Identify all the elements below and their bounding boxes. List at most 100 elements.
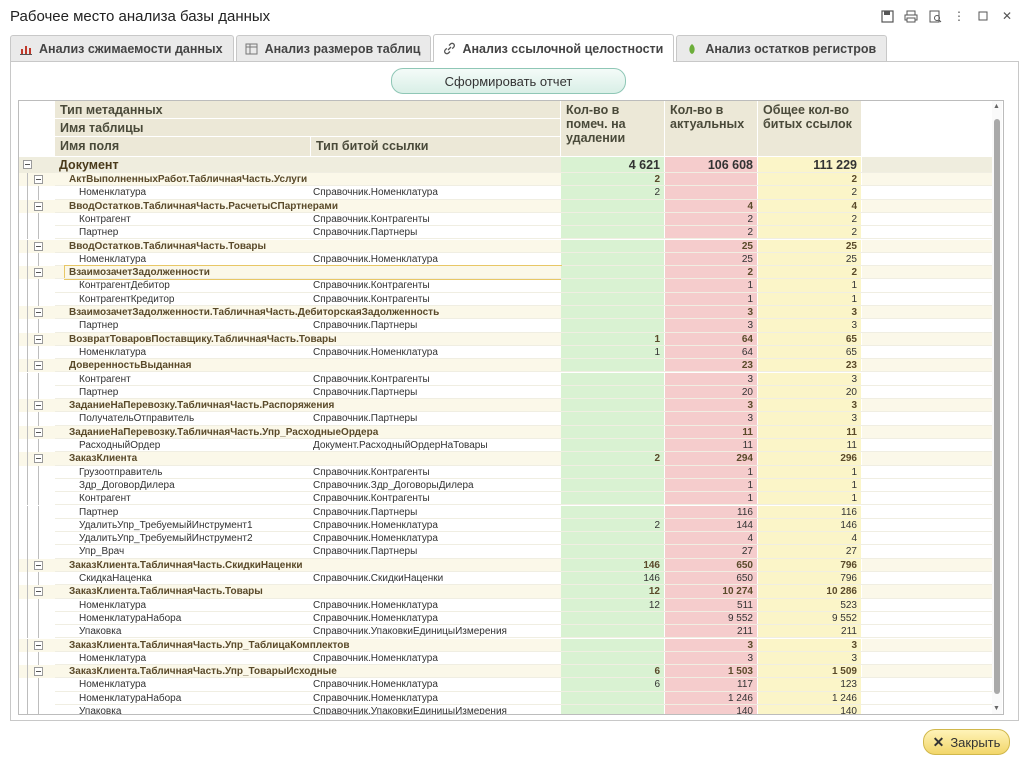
- total-count-cell: 1: [758, 478, 862, 493]
- field-row[interactable]: Партнер Справочник.Партнеры 116 116: [19, 505, 992, 519]
- collapse-icon[interactable]: [34, 308, 43, 317]
- more-icon[interactable]: ⋮: [950, 7, 968, 25]
- table-row[interactable]: ВзаимозачетЗадолженности.ТабличнаяЧасть.…: [19, 306, 992, 320]
- marked-count-cell: [561, 199, 665, 213]
- header-table-name[interactable]: Имя таблицы: [55, 119, 561, 137]
- field-row[interactable]: Здр_ДоговорДилера Справочник.Здр_Договоры…: [19, 478, 992, 493]
- marked-count-cell: [561, 611, 665, 626]
- table-row[interactable]: ЗаказКлиента.ТабличнаяЧасть.СкидкиНаценк…: [19, 558, 992, 572]
- preview-icon[interactable]: [926, 7, 944, 25]
- scrollbar-thumb[interactable]: [994, 119, 1000, 694]
- header-total-count[interactable]: Общее кол-во битых ссылок: [758, 101, 862, 157]
- tab-table-sizes[interactable]: Анализ размеров таблиц: [235, 35, 432, 61]
- header-field-name[interactable]: Имя поля: [55, 137, 311, 157]
- field-row[interactable]: Номенклатура Справочник.Номенклатура 25 25: [19, 252, 992, 267]
- field-row[interactable]: НоменклатураНабора Справочник.Номенклатур…: [19, 691, 992, 705]
- close-icon[interactable]: ✕: [998, 7, 1016, 25]
- generate-report-button[interactable]: Сформировать отчет: [391, 68, 626, 94]
- field-row[interactable]: УдалитьУпр_ТребуемыйИнструмент2 Справочни…: [19, 532, 992, 546]
- table-row[interactable]: ЗаказКлиента.ТабличнаяЧасть.Упр_ТоварыИс…: [19, 665, 992, 679]
- collapse-icon[interactable]: [34, 334, 43, 344]
- table-row[interactable]: ВводОстатков.ТабличнаяЧасть.РасчетыСПарт…: [19, 199, 992, 213]
- field-row[interactable]: Упаковка Справочник.УпаковкиЕдиницыИзмере…: [19, 705, 992, 714]
- marked-count-cell: 4 621: [561, 157, 665, 173]
- header-broken-link-type[interactable]: Тип битой ссылки: [311, 137, 561, 157]
- table-row[interactable]: ЗаданиеНаПеревозку.ТабличнаяЧасть.Упр_Ра…: [19, 425, 992, 439]
- field-row[interactable]: НоменклатураНабора Справочник.Номенклатур…: [19, 611, 992, 626]
- tab-compression-analysis[interactable]: Анализ сжимаемости данных: [10, 35, 234, 61]
- collapse-icon[interactable]: [34, 361, 43, 371]
- marked-count-cell: [561, 651, 665, 666]
- collapse-icon[interactable]: [34, 640, 43, 650]
- table-row[interactable]: ЗаданиеНаПеревозку.ТабличнаяЧасть.Распор…: [19, 399, 992, 413]
- field-row[interactable]: Упаковка Справочник.УпаковкиЕдиницыИзмере…: [19, 625, 992, 639]
- field-row[interactable]: Контрагент Справочник.Контрагенты 2 2: [19, 212, 992, 227]
- actual-count-cell: 1: [665, 292, 758, 306]
- collapse-icon[interactable]: [34, 201, 43, 211]
- collapse-icon[interactable]: [23, 160, 32, 169]
- collapse-icon[interactable]: [34, 560, 43, 570]
- scroll-up-icon[interactable]: ▲: [993, 103, 1000, 110]
- table-row[interactable]: ЗаказКлиента.ТабличнаяЧасть.Упр_ТаблицаК…: [19, 638, 992, 652]
- field-row[interactable]: Номенклатура Справочник.Номенклатура 2 2: [19, 186, 992, 200]
- integrity-report-grid[interactable]: Тип метаданных Имя таблицы Имя поля Тип …: [18, 100, 1004, 715]
- field-row[interactable]: Номенклатура Справочник.Номенклатура 3 3: [19, 651, 992, 666]
- scroll-down-icon[interactable]: ▼: [993, 705, 1000, 712]
- field-row[interactable]: Контрагент Справочник.Контрагенты 3 3: [19, 372, 992, 386]
- header-marked-count[interactable]: Кол-во в помеч. на удалении: [561, 101, 665, 157]
- actual-count-cell: 294: [665, 452, 758, 466]
- maximize-icon[interactable]: [974, 7, 992, 25]
- vertical-scrollbar[interactable]: ▲ ▼: [992, 101, 1002, 714]
- field-row[interactable]: КонтрагентКредитор Справочник.Контрагенты…: [19, 292, 992, 306]
- field-row[interactable]: СкидкаНаценка Справочник.СкидкиНаценки 146…: [19, 572, 992, 586]
- total-count-cell: 65: [758, 345, 862, 360]
- table-name-cell: Документ: [59, 158, 119, 172]
- field-row[interactable]: УдалитьУпр_ТребуемыйИнструмент1 Справочни…: [19, 518, 992, 533]
- field-row[interactable]: Номенклатура Справочник.Номенклатура 12 511…: [19, 598, 992, 612]
- table-row[interactable]: АктВыполненныхРабот.ТабличнаяЧасть.Услуг…: [19, 173, 992, 187]
- collapse-icon[interactable]: [34, 667, 43, 677]
- total-count-cell: 4: [758, 199, 862, 213]
- table-row[interactable]: ВзаимозачетЗадолженности 2 2: [19, 265, 992, 281]
- field-row[interactable]: Номенклатура Справочник.Номенклатура 6 117 1…: [19, 678, 992, 692]
- table-row[interactable]: ЗаказКлиента.ТабличнаяЧасть.Товары 12 10 2…: [19, 585, 992, 599]
- field-row[interactable]: ПолучательОтправитель Справочник.Партнеры…: [19, 412, 992, 426]
- save-icon[interactable]: [878, 7, 896, 25]
- collapse-icon[interactable]: [34, 587, 43, 597]
- field-row[interactable]: Контрагент Справочник.Контрагенты 1 1: [19, 492, 992, 506]
- actual-count-cell: 650: [665, 572, 758, 586]
- field-row[interactable]: Партнер Справочник.Партнеры 20 20: [19, 385, 992, 400]
- marked-count-cell: [561, 239, 665, 253]
- field-row[interactable]: КонтрагентДебитор Справочник.Контрагенты 1…: [19, 279, 992, 293]
- total-count-cell: 1 509: [758, 665, 862, 679]
- print-icon[interactable]: [902, 7, 920, 25]
- field-row[interactable]: Номенклатура Справочник.Номенклатура 1 64 65: [19, 345, 992, 360]
- collapse-icon[interactable]: [34, 241, 43, 251]
- tab-referential-integrity[interactable]: Анализ ссылочной целостности: [433, 34, 675, 62]
- table-row[interactable]: ВводОстатков.ТабличнаяЧасть.Товары 25 25: [19, 239, 992, 253]
- marked-count-cell: 2: [561, 518, 665, 533]
- collapse-icon[interactable]: [34, 401, 43, 411]
- field-row[interactable]: Грузоотправитель Справочник.Контрагенты 1 1: [19, 465, 992, 479]
- close-button[interactable]: ✕ Закрыть: [923, 729, 1010, 755]
- field-name-cell: Контрагент: [79, 373, 131, 385]
- field-name-cell: СкидкаНаценка: [79, 573, 152, 584]
- field-row[interactable]: РасходныйОрдер Документ.РасходныйОрдерНаТ…: [19, 439, 992, 453]
- collapse-icon[interactable]: [34, 175, 43, 184]
- tab-register-balances[interactable]: Анализ остатков регистров: [676, 35, 888, 61]
- header-meta-type[interactable]: Тип метаданных: [55, 101, 561, 119]
- table-row[interactable]: ВозвратТоваровПоставщику.ТабличнаяЧасть.…: [19, 332, 992, 346]
- actual-count-cell: 4: [665, 199, 758, 213]
- field-row[interactable]: Партнер Справочник.Партнеры 2 2: [19, 226, 992, 240]
- broken-link-type-cell: Справочник.Номенклатура: [313, 692, 438, 704]
- header-actual-count[interactable]: Кол-во в актуальных: [665, 101, 758, 157]
- field-row[interactable]: Упр_Врач Справочник.Партнеры 27 27: [19, 545, 992, 559]
- collapse-icon[interactable]: [34, 268, 43, 278]
- marked-count-cell: 2: [561, 173, 665, 187]
- table-row[interactable]: ДоверенностьВыданная 23 23: [19, 359, 992, 373]
- collapse-icon[interactable]: [34, 427, 43, 437]
- group-row[interactable]: Документ 4 621 106 608 111 229: [19, 157, 992, 173]
- collapse-icon[interactable]: [34, 454, 43, 464]
- table-row[interactable]: ЗаказКлиента 2 294 296: [19, 452, 992, 466]
- field-row[interactable]: Партнер Справочник.Партнеры 3 3: [19, 319, 992, 333]
